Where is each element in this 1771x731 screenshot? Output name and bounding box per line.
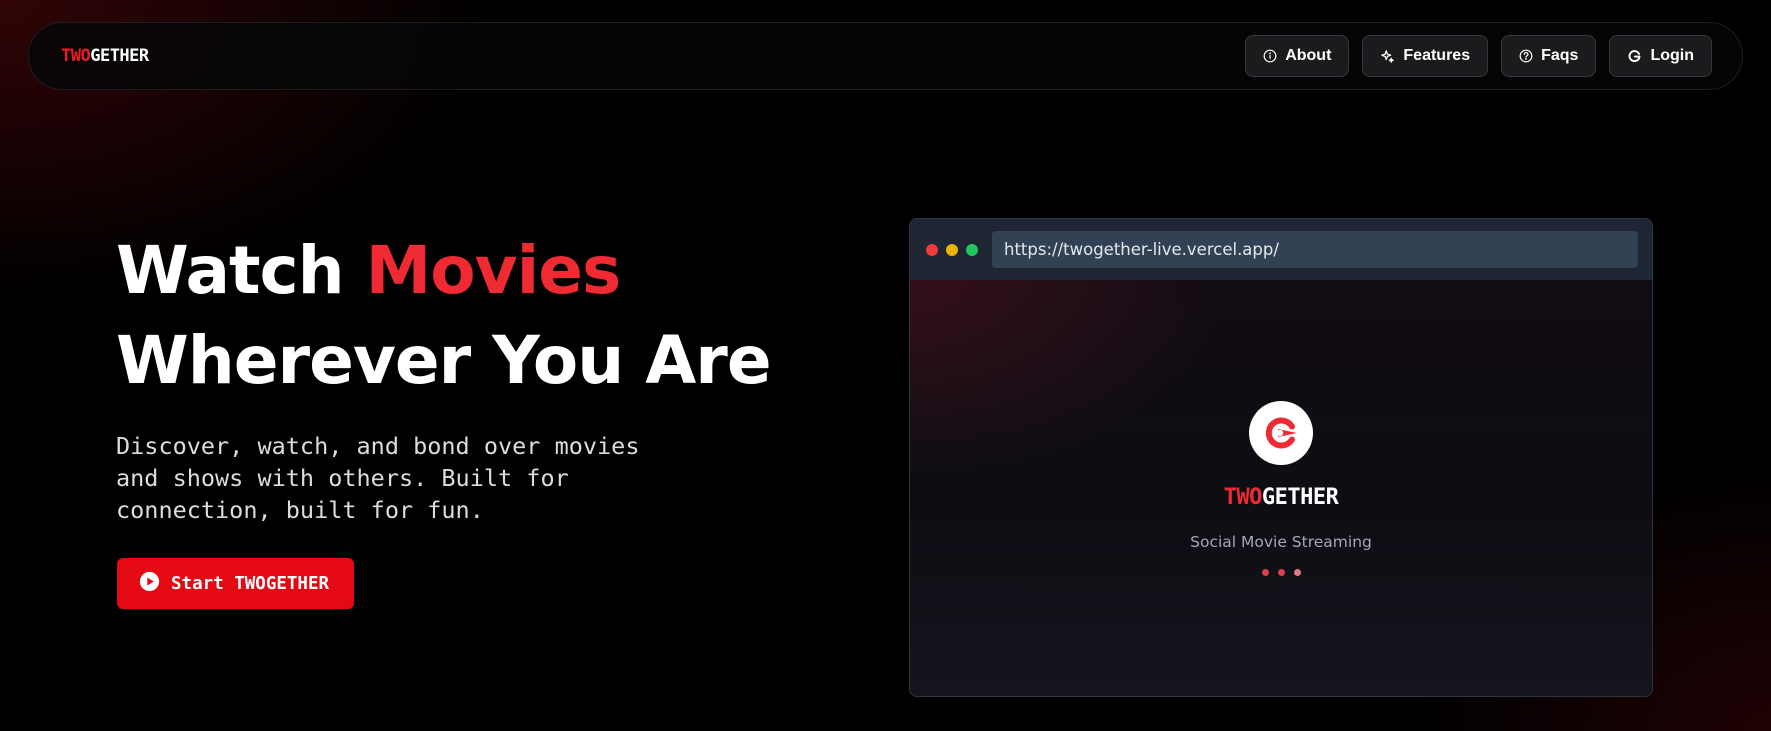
features-label: Features (1403, 47, 1471, 64)
features-button[interactable]: Features (1362, 35, 1489, 77)
play-circle-icon (139, 571, 160, 597)
url-bar: https://twogether-live.vercel.app/ (992, 231, 1638, 268)
faqs-label: Faqs (1541, 47, 1579, 64)
app-tagline: Social Movie Streaming (1190, 533, 1372, 551)
hero-title: Watch Movies Wherever You Are (116, 226, 772, 406)
brand-logo[interactable]: TWOGETHER (61, 46, 149, 66)
navbar: TWOGETHER About Features Faqs Login (28, 22, 1743, 90)
hero-title-plain: Watch (116, 232, 366, 309)
window-maximize-dot (966, 243, 978, 256)
hero-title-line2: Wherever You Are (116, 322, 772, 399)
loading-dot (1277, 569, 1285, 576)
loading-dot (1293, 569, 1301, 576)
start-twogether-button[interactable]: Start TWOGETHER (117, 558, 355, 609)
browser-content: TWOGETHER Social Movie Streaming (910, 280, 1652, 696)
sparkles-icon (1380, 49, 1395, 64)
twogether-logo-icon (1249, 401, 1313, 465)
faqs-button[interactable]: Faqs (1501, 35, 1597, 77)
help-circle-icon (1519, 49, 1533, 63)
about-label: About (1285, 47, 1332, 64)
app-name-gether: GETHER (1261, 485, 1339, 510)
logo-part-gether: GETHER (90, 46, 149, 66)
loading-indicator (910, 569, 1652, 576)
browser-preview: https://twogether-live.vercel.app/ TWOGE… (909, 218, 1653, 697)
hero-description: Discover, watch, and bond over movies an… (116, 432, 640, 524)
window-close-dot (926, 243, 938, 256)
app-name: TWOGETHER (910, 485, 1652, 510)
nav-buttons: About Features Faqs Login (1245, 35, 1712, 77)
window-minimize-dot (946, 243, 958, 256)
google-icon (1627, 49, 1642, 64)
cta-label: Start TWOGETHER (171, 573, 330, 594)
browser-toolbar: https://twogether-live.vercel.app/ (910, 219, 1652, 280)
logo-part-two: TWO (61, 46, 91, 66)
about-button[interactable]: About (1245, 35, 1350, 77)
hero-title-accent: Movies (365, 232, 622, 309)
login-label: Login (1650, 47, 1694, 64)
login-button[interactable]: Login (1609, 35, 1712, 77)
info-icon (1263, 49, 1277, 63)
loading-dot (1261, 569, 1269, 576)
app-name-two: TWO (1223, 485, 1263, 510)
